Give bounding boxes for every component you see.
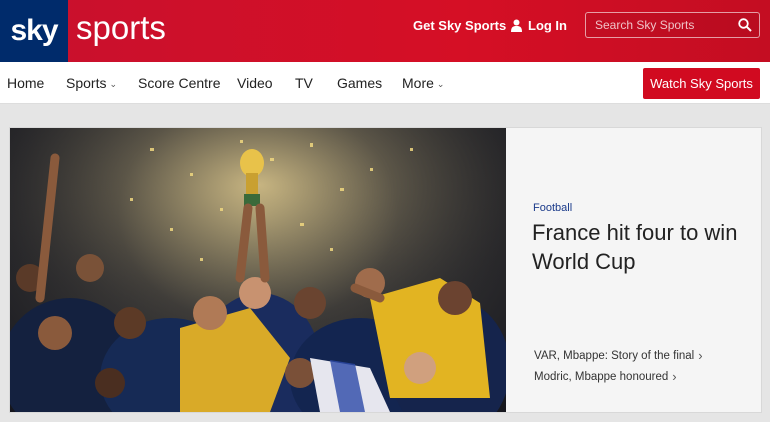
nav-item-score-centre[interactable]: Score Centre [138,75,220,91]
nav-video-label: Video [237,75,273,91]
search-box[interactable] [585,12,760,38]
nav-item-games[interactable]: Games [337,75,382,91]
nav-item-tv[interactable]: TV [295,75,313,91]
celebration-photo [10,128,506,412]
hero-image[interactable] [10,128,506,412]
login-link[interactable]: Log In [511,18,567,33]
category-label[interactable]: Football [533,202,572,214]
search-icon[interactable] [738,18,752,32]
logo-sports-text[interactable]: sports [76,9,166,47]
hero-text-panel: Football France hit four to win World Cu… [506,128,761,412]
related-link[interactable]: Modric, Mbappe honoured › [534,369,677,384]
chevron-down-icon: ⌄ [436,78,445,89]
search-input[interactable] [586,13,731,37]
related-link-label: Modric, Mbappe honoured [534,370,669,383]
nav-score-centre-label: Score Centre [138,75,221,91]
hero-headline[interactable]: France hit four to win World Cup [532,218,747,276]
sky-logo[interactable]: sky [0,0,68,62]
nav-more-label: More [402,75,434,91]
watch-sky-sports-button[interactable]: Watch Sky Sports [643,68,760,99]
chevron-right-icon: › [698,348,703,363]
nav-item-sports[interactable]: Sports ⌄ [66,75,117,91]
hero-story[interactable]: Football France hit four to win World Cu… [10,128,761,412]
related-link[interactable]: VAR, Mbappe: Story of the final › [534,348,703,363]
logo-sky-text: sky [10,14,58,47]
get-sky-sports-link[interactable]: Get Sky Sports [413,18,506,33]
nav-item-video[interactable]: Video [237,75,273,91]
nav-games-label: Games [337,75,383,91]
login-label: Log In [528,18,567,33]
chevron-right-icon: › [672,369,677,384]
nav-sports-label: Sports [66,75,107,91]
nav-tv-label: TV [295,75,313,91]
user-icon [511,19,522,32]
nav-home-label: Home [7,75,45,91]
main-nav: Home Sports ⌄ Score Centre Video TV Game… [0,62,770,104]
nav-item-home[interactable]: Home [7,75,44,91]
nav-item-more[interactable]: More ⌄ [402,75,444,91]
top-header: sky sports Get Sky Sports Log In [0,0,770,62]
related-link-label: VAR, Mbappe: Story of the final [534,349,695,362]
chevron-down-icon: ⌄ [109,78,118,89]
